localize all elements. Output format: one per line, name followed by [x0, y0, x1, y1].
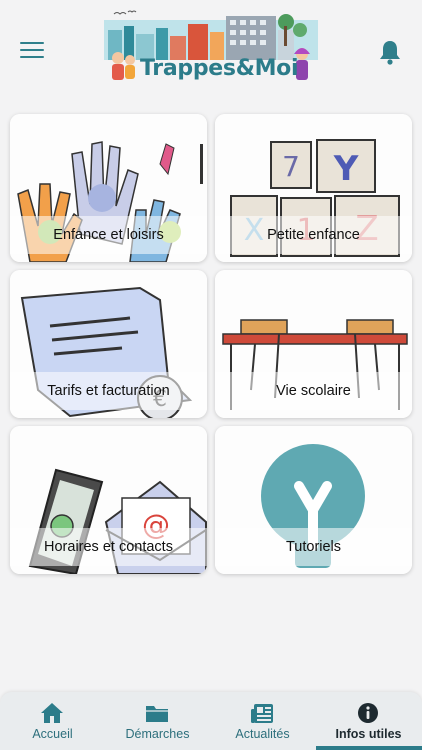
logo-text: Trappes&Moi: [140, 56, 299, 81]
tiles-grid: Enfance et loisirs 7 Y X 1 Z Petite enfa…: [10, 114, 412, 574]
tile-label: Enfance et loisirs: [53, 227, 164, 243]
svg-text:7: 7: [282, 150, 300, 183]
tile-horaires-contacts[interactable]: @ Horaires et contacts: [10, 426, 207, 574]
tab-demarches[interactable]: Démarches: [105, 692, 210, 750]
tile-label: Tarifs et facturation: [47, 383, 170, 399]
app-header: Trappes&Moi: [0, 0, 422, 100]
tile-vie-scolaire[interactable]: Vie scolaire: [215, 270, 412, 418]
folder-icon: [145, 702, 169, 724]
svg-text:Y: Y: [333, 149, 359, 189]
tile-label: Vie scolaire: [276, 383, 351, 399]
tab-label: Infos utiles: [335, 727, 402, 741]
tab-accueil[interactable]: Accueil: [0, 692, 105, 750]
newspaper-icon: [250, 702, 274, 724]
tile-label: Horaires et contacts: [44, 539, 173, 555]
tile-tarifs-facturation[interactable]: € Tarifs et facturation: [10, 270, 207, 418]
active-tab-indicator: [316, 746, 422, 750]
tab-actualites[interactable]: Actualités: [210, 692, 315, 750]
tab-label: Actualités: [235, 727, 290, 741]
bottom-tab-bar: Accueil Démarches Actualités Infos utile…: [0, 692, 422, 750]
info-icon: [357, 702, 381, 724]
tile-label: Petite enfance: [267, 227, 360, 243]
tab-label: Démarches: [125, 727, 190, 741]
tile-tutoriels[interactable]: Tutoriels: [215, 426, 412, 574]
tile-label: Tutoriels: [285, 539, 342, 555]
home-icon: [40, 702, 64, 724]
tab-label: Accueil: [32, 727, 73, 741]
bell-icon[interactable]: [378, 39, 402, 65]
hamburger-menu-icon[interactable]: [20, 42, 44, 60]
tile-petite-enfance[interactable]: 7 Y X 1 Z Petite enfance: [215, 114, 412, 262]
tab-infos-utiles[interactable]: Infos utiles: [316, 692, 421, 750]
tile-enfance-loisirs[interactable]: Enfance et loisirs: [10, 114, 207, 262]
